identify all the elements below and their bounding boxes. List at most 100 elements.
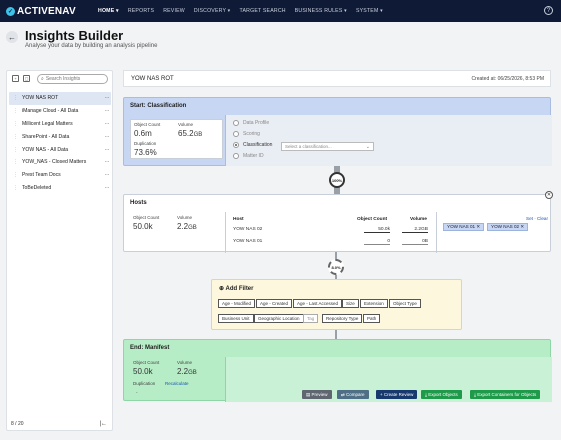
volume-value: 2.2GB [177,222,197,231]
duplication-label: Duplication [133,381,156,386]
filter-repository-type-button[interactable]: Repository Type [322,314,363,323]
card-title: Start: Classification [130,103,187,109]
end-manifest-card[interactable]: End: Manifest Object Count 50.0k Volume … [123,339,552,402]
radio-circle [233,131,239,137]
object-count-value: 0.6m [134,129,152,138]
filter-extension-button[interactable]: Extension [360,299,388,308]
radio-scoring[interactable]: Scoring [233,131,260,137]
list-item-label: Prest Team Docs [22,172,61,179]
drag-handle-icon[interactable]: ⋮ [13,159,18,165]
more-options-icon[interactable]: ··· [105,185,110,191]
nav-home[interactable]: HOME ▾ [98,8,119,14]
export-objects-button[interactable]: ⤓ Export Objects [421,390,462,399]
list-item[interactable]: ⋮ ToBeDeleted ··· [9,182,111,195]
filter-geo-location-button[interactable]: Geographic Location [254,314,304,323]
drag-handle-icon[interactable]: ⋮ [13,121,18,127]
start-stats: Object Count 0.6m Volume 65.2GB Duplicat… [130,119,223,159]
logo-mark-icon: ✓ [6,6,15,16]
close-icon[interactable]: ✕ [545,191,553,199]
more-options-icon[interactable]: ··· [105,147,110,153]
duplication-value: - [136,390,138,395]
filter-age-created-button[interactable]: Age - Created [256,299,293,308]
filter-age-accessed-button[interactable]: Age - Last Accessed [293,299,343,308]
radio-data-profile[interactable]: Data Profile [233,120,269,126]
filter-size-button[interactable]: Size [342,299,359,308]
start-classification-card[interactable]: Start: Classification Object Count 0.6m … [123,97,552,166]
table-cell: 2.2GB [402,227,428,233]
filter-object-type-button[interactable]: Object Type [389,299,421,308]
more-options-icon[interactable]: ··· [105,95,110,101]
nav-discovery[interactable]: DISCOVERY ▾ [194,8,231,14]
new-insight-icon[interactable]: + [12,75,19,82]
more-options-icon[interactable]: ··· [105,159,110,165]
set-link[interactable]: Set [526,216,533,221]
filter-tag-button[interactable]: Tag [303,314,319,323]
list-item-label: YOW_NAS - Closed Matters [22,159,87,166]
list-item[interactable]: ⋮ YOW NAS ROT ··· [9,92,111,105]
list-item[interactable]: ⋮ YOW NAS - All Data ··· [9,143,111,156]
chevron-down-icon: ⌄ [365,143,370,150]
column-header: Host [233,217,244,222]
more-options-icon[interactable]: ··· [105,121,110,127]
nav-review[interactable]: REVIEW [163,8,185,14]
classification-select[interactable]: Select a classification... ⌄ [281,142,374,151]
search-icon: ⌕ [41,76,44,82]
host-chip[interactable]: YOW NAS 02 ✕ [487,223,529,231]
compare-button[interactable]: ⇄ Compare [337,390,369,399]
drag-handle-icon[interactable]: ⋮ [13,147,18,153]
more-options-icon[interactable]: ··· [105,172,110,178]
list-item-label: YOW NAS - All Data [22,146,69,153]
more-options-icon[interactable]: ··· [105,134,110,140]
insight-header: YOW NAS ROT Created at: 06/25/2026, 8:53… [123,70,551,87]
list-item[interactable]: ⋮ iManage Cloud - All Data ··· [9,105,111,118]
radio-circle [233,120,239,126]
copy-insight-icon[interactable]: ▢ [23,75,30,82]
list-item[interactable]: ⋮ Millicent Legal Matters ··· [9,118,111,131]
object-count-label: Object Count [134,122,161,127]
recalculate-link[interactable]: Recalculate [165,381,189,386]
filter-business-unit-button[interactable]: Business Unit [218,314,254,323]
list-item-label: iManage Cloud - All Data [22,108,79,115]
progress-gauge: 100% [329,172,345,188]
nav-reports[interactable]: REPORTS [128,8,154,14]
nav-target-search[interactable]: TARGET SEARCH [240,8,286,14]
list-item-label: YOW NAS ROT [22,95,59,102]
back-arrow-icon[interactable]: ← [6,31,18,43]
filter-path-button[interactable]: Path [363,314,381,323]
preview-button[interactable]: ▤ Preview [302,390,332,399]
insights-sidebar: + ▢ ⌕ Search Insights ⋮ YOW NAS ROT ··· … [6,70,113,431]
drag-handle-icon[interactable]: ⋮ [13,134,18,140]
clear-link[interactable]: Clear [537,216,548,221]
radio-classification[interactable]: Classification [233,142,272,148]
drag-handle-icon[interactable]: ⋮ [13,108,18,114]
filter-age-modified-button[interactable]: Age - Modified [218,299,256,308]
table-cell: YOW NAS 02 [233,227,263,232]
create-review-button[interactable]: + Create Review [376,390,418,399]
object-count-label: Object Count [133,215,160,220]
logo[interactable]: ✓ ACTIVENAV [6,6,82,17]
list-item-label: SharePoint - All Data [22,133,70,140]
export-containers-button[interactable]: ⤓ Export Containers for Objects [470,390,541,399]
classification-options: Data Profile Scoring Classification Matt… [225,115,552,166]
hosts-card[interactable]: Hosts ✕ Object Count 50.0k Volume 2.2GB … [123,191,553,253]
volume-value: 2.2GB [177,367,197,376]
collapse-sidebar-icon[interactable]: |← [99,421,107,427]
help-icon[interactable]: ? [544,6,553,15]
drag-handle-icon[interactable]: ⋮ [13,95,18,101]
nav-system[interactable]: SYSTEM ▾ [356,8,383,14]
top-navbar: ✓ ACTIVENAV HOME ▾ REPORTS REVIEW DISCOV… [0,0,561,22]
search-insights-input[interactable]: ⌕ Search Insights [37,74,108,84]
list-item[interactable]: ⋮ SharePoint - All Data ··· [9,130,111,143]
nav-business-rules[interactable]: BUSINESS RULES ▾ [295,8,347,14]
drag-handle-icon[interactable]: ⋮ [13,185,18,191]
list-item[interactable]: ⋮ YOW_NAS - Closed Matters ··· [9,156,111,169]
host-chip[interactable]: YOW NAS 01 ✕ [443,223,485,231]
radio-matter-id[interactable]: Matter ID [233,153,264,159]
table-cell: 0B [402,239,428,245]
drag-handle-icon[interactable]: ⋮ [13,172,18,178]
list-item[interactable]: ⋮ Prest Team Docs ··· [9,169,111,182]
object-count-value: 50.0k [133,367,153,376]
radio-circle [233,142,239,148]
add-filter-title: ⊕ Add Filter [219,286,254,292]
more-options-icon[interactable]: ··· [105,108,110,114]
